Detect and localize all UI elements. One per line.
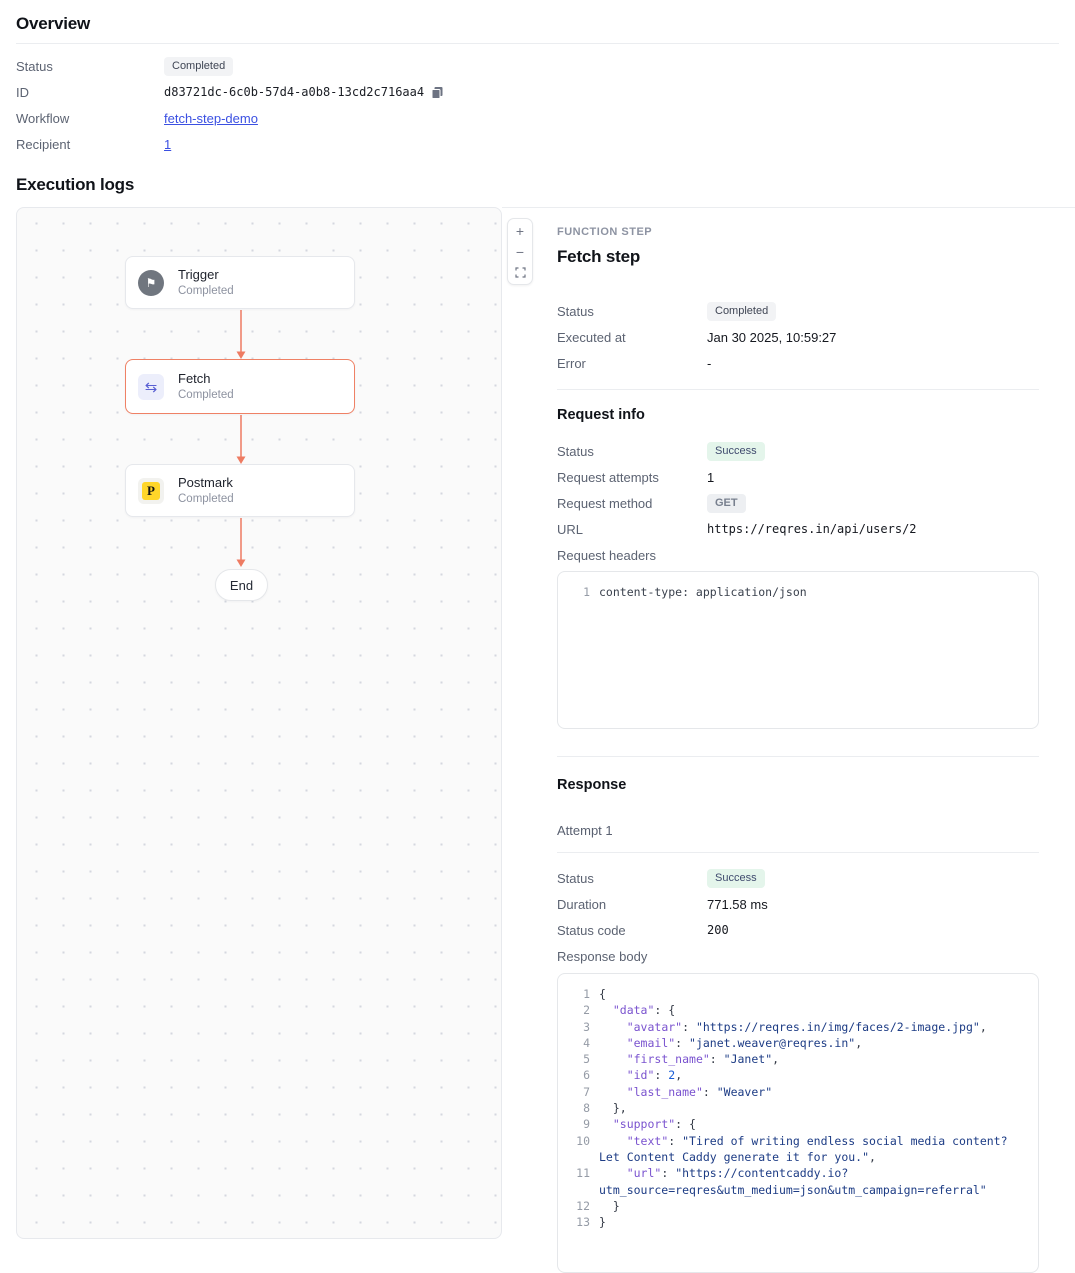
attempt-label: Attempt 1 — [557, 823, 1039, 839]
transaction-id: d83721dc-6c0b-57d4-a0b8-13cd2c716aa4 — [164, 85, 424, 99]
workflow-link[interactable]: fetch-step-demo — [164, 111, 258, 126]
response-status-badge: Success — [707, 869, 765, 888]
copy-icon — [431, 86, 444, 99]
status-label: Status — [16, 59, 164, 74]
right-wrap: + − FUNCTION STEP Fetch step Status — [502, 207, 1075, 1239]
swap-arrows-icon: ⇆ — [138, 374, 164, 400]
execution-logs-section: ⚑ Trigger Completed ⇆ Fetch Completed P … — [0, 207, 1075, 1239]
step-status-badge: Completed — [707, 302, 776, 321]
workflow-canvas[interactable]: ⚑ Trigger Completed ⇆ Fetch Completed P … — [16, 207, 502, 1239]
step-rows: Status Completed Executed at Jan 30 2025… — [557, 298, 1039, 376]
recipient-link[interactable]: 1 — [164, 137, 171, 152]
node-postmark[interactable]: P Postmark Completed — [125, 464, 355, 517]
zoom-in-button[interactable]: + — [509, 220, 531, 241]
zoom-out-button[interactable]: − — [509, 241, 531, 262]
node-trigger[interactable]: ⚑ Trigger Completed — [125, 256, 355, 309]
overview-row-recipient: Recipient 1 — [16, 131, 1059, 157]
status-code-label: Status code — [557, 923, 707, 938]
error-label: Error — [557, 356, 707, 371]
node-title: Postmark — [178, 475, 234, 491]
duration-value: 771.58 ms — [707, 897, 768, 912]
request-status-label: Status — [557, 444, 707, 459]
response-body-code: 1{2 "data": {3 "avatar": "https://reqres… — [557, 973, 1039, 1273]
status-badge: Completed — [164, 57, 233, 76]
status-code-value: 200 — [707, 923, 729, 937]
node-status: Completed — [178, 388, 234, 402]
executed-at-label: Executed at — [557, 330, 707, 345]
divider — [557, 852, 1039, 853]
node-title: Trigger — [178, 267, 234, 283]
fit-view-button[interactable] — [509, 262, 531, 283]
workflow-label: Workflow — [16, 111, 164, 126]
copy-id-button[interactable] — [431, 86, 444, 99]
overview-title: Overview — [16, 14, 1059, 34]
flag-icon: ⚑ — [138, 270, 164, 296]
error-value: - — [707, 356, 711, 371]
node-title: Fetch — [178, 371, 234, 387]
node-end: End — [215, 569, 268, 601]
duration-label: Duration — [557, 897, 707, 912]
recipient-label: Recipient — [16, 137, 164, 152]
node-status: Completed — [178, 284, 234, 298]
overview-row-workflow: Workflow fetch-step-demo — [16, 105, 1059, 131]
overview-row-status: Status Completed — [16, 53, 1059, 79]
divider — [16, 43, 1059, 44]
node-fetch[interactable]: ⇆ Fetch Completed — [125, 359, 355, 414]
canvas-controls-strip: + − — [502, 208, 557, 1239]
request-headers-label: Request headers — [557, 548, 707, 563]
request-info-title: Request info — [557, 406, 1039, 425]
request-attempts-value: 1 — [707, 470, 714, 485]
status-label: Status — [557, 304, 707, 319]
url-value: https://reqres.in/api/users/2 — [707, 522, 917, 536]
fit-view-icon — [515, 267, 526, 278]
response-body-label: Response body — [557, 949, 707, 964]
response-title: Response — [557, 776, 1039, 795]
overview-row-id: ID d83721dc-6c0b-57d4-a0b8-13cd2c716aa4 — [16, 79, 1059, 105]
executed-at-value: Jan 30 2025, 10:59:27 — [707, 330, 836, 345]
id-label: ID — [16, 85, 164, 100]
step-title: Fetch step — [557, 246, 1039, 268]
request-info-rows: Status Success Request attempts 1 Reques… — [557, 438, 1039, 568]
request-attempts-label: Request attempts — [557, 470, 707, 485]
divider — [557, 389, 1039, 390]
request-method-label: Request method — [557, 496, 707, 511]
node-status: Completed — [178, 492, 234, 506]
overview-rows: Status Completed ID d83721dc-6c0b-57d4-a… — [16, 53, 1059, 157]
canvas-zoom-controls: + − — [507, 218, 533, 285]
request-headers-code: 1content-type: application/json — [557, 571, 1039, 729]
request-status-badge: Success — [707, 442, 765, 461]
postmark-p-icon: P — [142, 482, 160, 500]
execution-logs-title: Execution logs — [16, 175, 1059, 195]
postmark-icon-frame: P — [138, 478, 164, 504]
divider — [557, 756, 1039, 757]
response-rows: Status Success Duration 771.58 ms Status… — [557, 865, 1039, 969]
url-label: URL — [557, 522, 707, 537]
request-method-badge: GET — [707, 494, 746, 513]
step-type-kicker: FUNCTION STEP — [557, 226, 1039, 239]
step-detail-panel: FUNCTION STEP Fetch step Status Complete… — [557, 208, 1075, 1239]
response-status-label: Status — [557, 871, 707, 886]
page-header: Overview Status Completed ID d83721dc-6c… — [0, 0, 1075, 195]
